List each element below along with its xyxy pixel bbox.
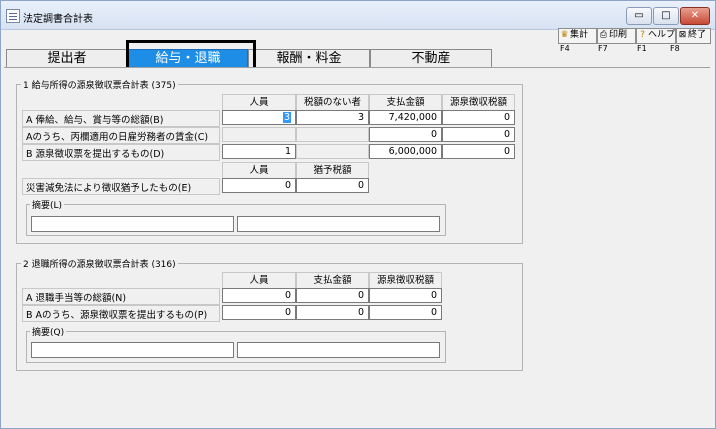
header-no-tax: 税額のない者 [296, 94, 369, 111]
ret-row-p-persons-input[interactable]: 0 [222, 305, 296, 320]
ret-row-n-persons-input[interactable]: 0 [222, 288, 296, 303]
help-key: F1 [637, 44, 647, 53]
tab-fees[interactable]: 報酬・料金 [248, 49, 370, 69]
tab-submitter[interactable]: 提出者 [6, 49, 128, 69]
row-a-payment-input[interactable]: 7,420,000 [369, 110, 442, 125]
retirement-section-title: 2 退職所得の源泉徴収票合計表 (316) [21, 257, 178, 270]
row-c-no-tax-disabled [296, 127, 369, 142]
totals-label: 集計 [570, 30, 589, 40]
memo-l-input-1[interactable] [31, 216, 234, 232]
disaster-deferred-tax-input[interactable]: 0 [296, 178, 369, 193]
print-label: 印刷 [609, 30, 628, 40]
exit-key: F8 [670, 44, 680, 53]
window-title: 法定調書合計表 [23, 14, 93, 25]
row-a-withholding-input[interactable]: 0 [442, 110, 515, 125]
app-icon [6, 9, 20, 23]
memo-q-input-2[interactable] [237, 342, 440, 358]
row-a-label: A 俸給、給与、賞与等の総額(B) [26, 115, 164, 126]
ret-header-persons: 人員 [222, 272, 296, 289]
ret-row-n-label: A 退職手当等の総額(N) [26, 293, 127, 304]
row-d-payment-input[interactable]: 6,000,000 [369, 144, 442, 159]
ret-row-p-payment-input[interactable]: 0 [296, 305, 369, 320]
minimize-button[interactable]: ▭ [626, 7, 652, 25]
header-withholding: 源泉徴収税額 [442, 94, 515, 111]
row-d-withholding-input[interactable]: 0 [442, 144, 515, 159]
maximize-button[interactable]: □ [653, 7, 679, 25]
row-c-persons-disabled [222, 127, 296, 142]
header-persons: 人員 [222, 94, 296, 111]
header-payment: 支払金額 [369, 94, 442, 111]
subheader-persons: 人員 [222, 162, 296, 179]
row-d-label: B 源泉徴収票を提出するもの(D) [26, 149, 165, 160]
print-icon: ⎙ [599, 30, 608, 40]
print-button[interactable]: ⎙ 印刷 [597, 28, 636, 44]
row-a-persons-input[interactable]: 3 [222, 110, 296, 125]
help-button[interactable]: ? ヘルプ [636, 28, 676, 44]
tab-real-estate[interactable]: 不動産 [370, 49, 492, 69]
help-label: ヘルプ [648, 30, 676, 40]
memo-q-input-1[interactable] [31, 342, 234, 358]
exit-button[interactable]: ⊠ 終了 [676, 28, 711, 44]
exit-icon: ⊠ [678, 30, 687, 40]
ret-header-withholding: 源泉徴収税額 [369, 272, 442, 289]
memo-l-input-2[interactable] [237, 216, 440, 232]
totals-icon: ♛ [560, 30, 569, 40]
title-bar: 法定調書合計表 ▭ □ ✕ [1, 1, 715, 30]
row-d-persons-input[interactable]: 1 [222, 144, 296, 159]
ret-header-payment: 支払金額 [296, 272, 369, 289]
form-area: 1 給与所得の源泉徴収票合計表 (375) 人員 税額のない者 支払金額 源泉徴… [4, 67, 710, 424]
row-c-label: Aのうち、丙欄適用の日雇労務者の賃金(C) [26, 132, 209, 143]
memo-l-label: 摘要(L) [30, 198, 65, 211]
ret-row-p-label: B Aのうち、源泉徴収票を提出するもの(P) [26, 310, 208, 321]
row-d-no-tax-disabled [296, 144, 369, 159]
exit-label: 終了 [688, 30, 707, 40]
ret-row-p-withholding-input[interactable]: 0 [369, 305, 442, 320]
disaster-label: 災害減免法により徴収猶予したもの(E) [26, 183, 192, 194]
totals-key: F4 [560, 44, 570, 53]
salary-section-title: 1 給与所得の源泉徴収票合計表 (375) [21, 78, 178, 91]
row-a-no-tax-input[interactable]: 3 [296, 110, 369, 125]
help-icon: ? [640, 30, 645, 40]
app-window: 法定調書合計表 ▭ □ ✕ ♛集計 F4 ⎙ 印刷 F7 ? ヘルプ F1 ⊠ 終了 … [0, 0, 716, 429]
close-button[interactable]: ✕ [680, 7, 710, 25]
row-c-withholding-input[interactable]: 0 [442, 127, 515, 142]
ret-row-n-withholding-input[interactable]: 0 [369, 288, 442, 303]
memo-q-label: 摘要(Q) [30, 325, 67, 338]
subheader-deferred-tax: 猶予税額 [296, 162, 369, 179]
row-c-payment-input[interactable]: 0 [369, 127, 442, 142]
ret-row-n-payment-input[interactable]: 0 [296, 288, 369, 303]
disaster-persons-input[interactable]: 0 [222, 178, 296, 193]
totals-button[interactable]: ♛集計 [558, 28, 597, 44]
print-key: F7 [598, 44, 608, 53]
